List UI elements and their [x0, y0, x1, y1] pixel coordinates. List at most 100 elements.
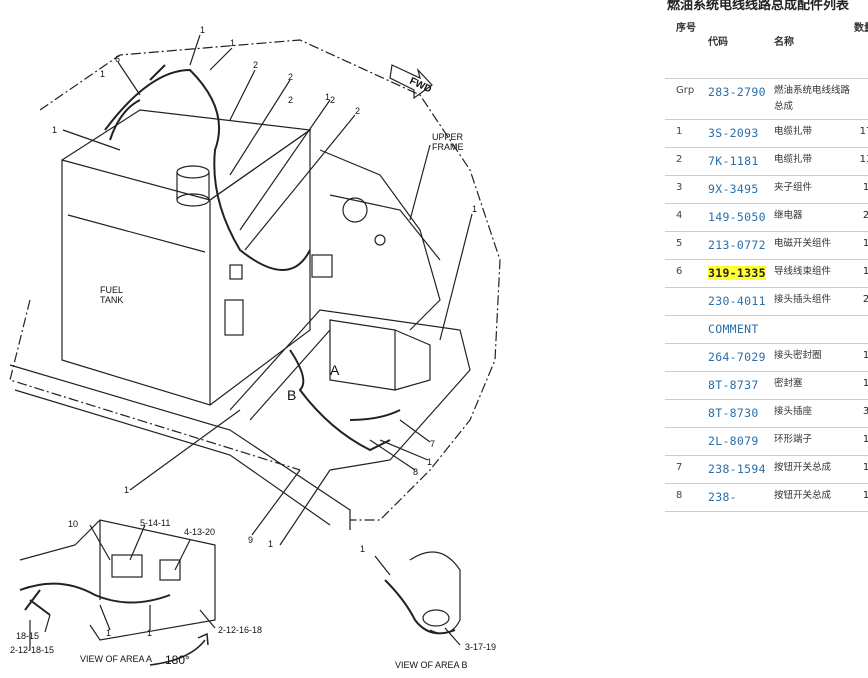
row-qty: 2	[852, 287, 868, 316]
row-part-name: 接头插座	[772, 399, 852, 428]
col-header-seq: 序号	[665, 16, 706, 79]
row-part-code-link[interactable]: COMMENT	[708, 322, 759, 336]
row-qty: 1	[852, 483, 868, 512]
row-qty: 1	[852, 259, 868, 288]
row-code-cell: 213-0772	[706, 231, 772, 260]
row-part-name: 导线线束组件	[772, 259, 852, 288]
callout: 1	[52, 125, 57, 135]
table-header-row: 序号 代码 名称 数量	[665, 16, 868, 79]
row-part-code-link[interactable]: 8T-8737	[708, 378, 759, 392]
callout: 3-17-19	[465, 642, 496, 652]
row-part-name: 电缆扎带	[772, 147, 852, 176]
table-row: 5 213-0772 电磁开关组件 1	[665, 231, 868, 260]
row-code-cell: 7K-1181	[706, 147, 772, 176]
parts-list-panel: 燃油系统电线线路总成配件列表 序号 代码 名称 数量 Grp283-2790 燃油…	[665, 0, 868, 678]
callout: 1	[124, 485, 129, 495]
row-code-cell: 264-7029	[706, 343, 772, 372]
table-row: 3 9X-3495 夹子组件 1	[665, 175, 868, 204]
row-part-name: 夹子组件	[772, 175, 852, 204]
row-part-code-link[interactable]: 9X-3495	[708, 182, 759, 196]
callout: 2	[288, 72, 293, 82]
row-seq: 4	[665, 203, 706, 232]
area-b-label: B	[287, 387, 296, 403]
row-seq	[665, 315, 706, 344]
callout: 2-12-16-18	[218, 625, 262, 635]
view-area-a-label: VIEW OF AREA A	[80, 654, 152, 664]
row-part-name	[772, 315, 852, 344]
callout: 18-15	[16, 631, 39, 641]
table-row: 7 238-1594 按钮开关总成 1	[665, 455, 868, 484]
callout: 1	[106, 628, 111, 638]
row-seq	[665, 287, 706, 316]
row-seq	[665, 399, 706, 428]
row-code-cell: 8T-8730	[706, 399, 772, 428]
row-part-code-link[interactable]: 149-5050	[708, 210, 766, 224]
callout: 6	[115, 54, 120, 64]
row-seq	[665, 371, 706, 400]
callout: 1	[200, 25, 205, 35]
row-code-cell: 149-5050	[706, 203, 772, 232]
rotation-label: 180°	[165, 653, 190, 667]
row-code-cell: 238-	[706, 483, 772, 512]
row-part-code-link[interactable]: 7K-1181	[708, 154, 759, 168]
row-qty: 3	[852, 399, 868, 428]
callout: 2-12-18-15	[10, 645, 54, 655]
table-row: 6 319-1335 导线线束组件 1	[665, 259, 868, 288]
row-qty	[852, 315, 868, 344]
row-part-code-link[interactable]: 213-0772	[708, 238, 766, 252]
callout: 2	[288, 95, 293, 105]
row-part-code-link[interactable]: 238-1594	[708, 462, 766, 476]
callout: 2	[330, 95, 335, 105]
view-area-b-label: VIEW OF AREA B	[395, 660, 468, 670]
row-part-code-link[interactable]: 8T-8730	[708, 406, 759, 420]
callout: 5-14-11	[140, 518, 170, 528]
table-row: Grp 283-2790 燃油系统电线线路总成	[665, 78, 868, 120]
row-code-cell: 3S-2093	[706, 119, 772, 148]
table-row: 8T-8730 接头插座 3	[665, 399, 868, 428]
callout: 1	[472, 204, 477, 214]
col-header-code: 代码	[706, 16, 772, 79]
table-row: 8 238- 按钮开关总成 1	[665, 483, 868, 512]
callout: 7	[430, 439, 435, 449]
row-code-cell: 8T-8737	[706, 371, 772, 400]
callout: 2	[355, 106, 360, 116]
callout: 1	[427, 457, 432, 467]
row-part-code-link[interactable]: 3S-2093	[708, 126, 759, 140]
row-code-cell: 283-2790	[706, 78, 772, 120]
row-part-code-link[interactable]: 264-7029	[708, 350, 766, 364]
row-part-name: 按钮开关总成	[772, 455, 852, 484]
parts-list-title: 燃油系统电线线路总成配件列表	[667, 0, 850, 13]
callout: 9	[248, 535, 253, 545]
fwd-label: FWD	[408, 76, 433, 96]
row-qty: 13	[852, 147, 868, 176]
row-part-code-link[interactable]: 230-4011	[708, 294, 766, 308]
callout: 1	[100, 69, 105, 79]
row-part-name: 密封塞	[772, 371, 852, 400]
row-seq	[665, 343, 706, 372]
row-part-code-link[interactable]: 2L-8079	[708, 434, 759, 448]
row-part-name: 燃油系统电线线路总成	[772, 78, 852, 120]
row-seq: 6	[665, 259, 706, 288]
row-part-name: 环形端子	[772, 427, 852, 456]
row-part-code-link[interactable]: 283-2790	[708, 85, 766, 99]
row-part-code-link[interactable]: 238-	[708, 490, 737, 504]
callout: 1	[230, 38, 235, 48]
callout: 1	[360, 544, 365, 554]
table-row: 264-7029 接头密封圈 1	[665, 343, 868, 372]
fuel-system-wiring-diagram: FWD UPPER FRAME FUEL TANK A B VIEW OF AR…	[9, 25, 501, 670]
row-seq: 2	[665, 147, 706, 176]
upper-frame-label-2: FRAME	[432, 142, 464, 152]
row-seq: 5	[665, 231, 706, 260]
row-seq	[665, 427, 706, 456]
table-row: COMMENT	[665, 315, 868, 344]
row-qty: 2	[852, 203, 868, 232]
row-part-name: 按钮开关总成	[772, 483, 852, 512]
table-row: 27K-1181 电缆扎带13	[665, 147, 868, 176]
parts-table: 序号 代码 名称 数量 Grp283-2790燃油系统电线线路总成13S-209…	[665, 16, 868, 512]
row-part-name: 接头插头组件	[772, 287, 852, 316]
row-part-code-link[interactable]: 319-1335	[708, 266, 766, 280]
row-part-name: 电缆扎带	[772, 119, 852, 148]
table-row: 8T-8737 密封塞 1	[665, 371, 868, 400]
fuel-tank-label-2: TANK	[100, 295, 123, 305]
callout: 2	[253, 60, 258, 70]
